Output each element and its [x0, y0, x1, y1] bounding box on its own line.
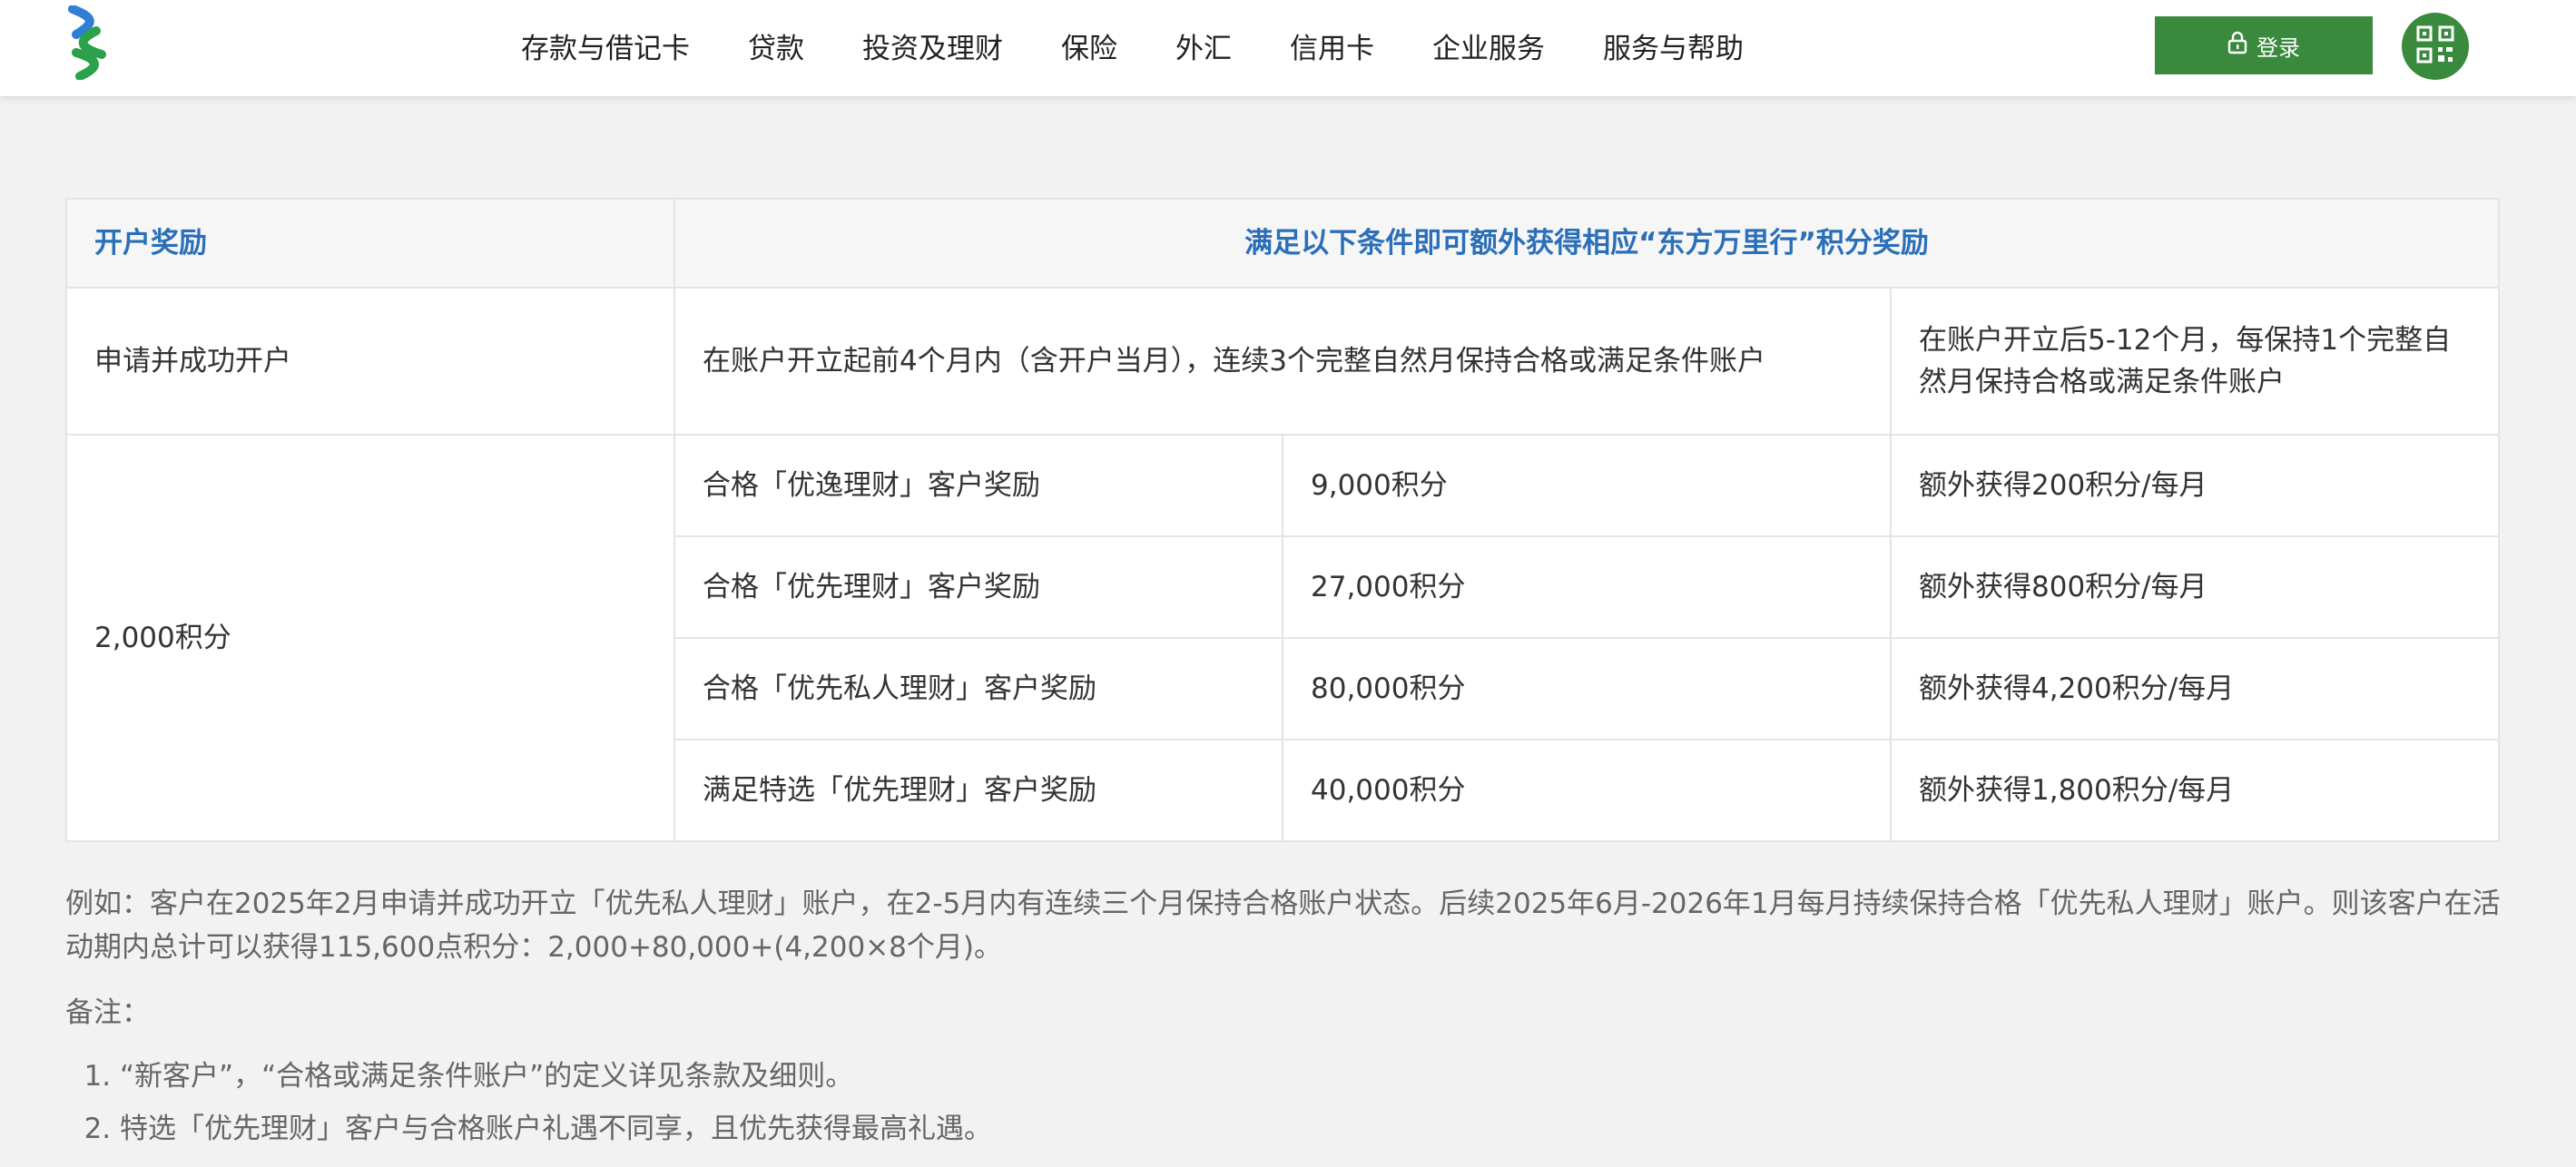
tier-monthly: 额外获得1,800积分/每月	[1889, 739, 2501, 842]
qr-code-button[interactable]	[2402, 13, 2469, 80]
rewards-table-container: 开户奖励 满足以下条件即可额外获得相应“东方万里行”积分奖励 申请并成功开户 在…	[65, 198, 2501, 842]
tier-points: 9,000积分	[1282, 434, 1892, 537]
list-item: 特选「优先理财」客户与合格账户礼遇不同享，且优先获得最高礼遇。	[120, 1107, 2516, 1151]
nav-insurance[interactable]: 保险	[1061, 25, 1117, 66]
remark-title: 备注：	[65, 996, 150, 1029]
main-nav: 存款与借记卡 贷款 投资及理财 保险 外汇 信用卡 企业服务 服务与帮助	[521, 0, 1744, 91]
list-item: “新客户”，“合格或满足条件账户”的定义详见条款及细则。	[120, 1054, 2516, 1098]
qr-code-icon	[2416, 25, 2454, 67]
conditions-row: 申请并成功开户 在账户开立起前4个月内（含开户当月），连续3个完整自然月保持合格…	[65, 287, 2501, 436]
condition-open-account: 申请并成功开户	[65, 287, 675, 436]
nav-business[interactable]: 企业服务	[1432, 25, 1545, 66]
lock-icon	[2227, 31, 2247, 60]
tier-points: 27,000积分	[1282, 535, 1892, 639]
condition-months-5-12: 在账户开立后5-12个月，每保持1个完整自然月保持合格或满足条件账户	[1889, 287, 2501, 436]
table-header-row: 开户奖励 满足以下条件即可额外获得相应“东方万里行”积分奖励	[65, 198, 2501, 289]
rewards-table: 开户奖励 满足以下条件即可额外获得相应“东方万里行”积分奖励 申请并成功开户 在…	[65, 198, 2501, 842]
login-button[interactable]: 登录	[2155, 16, 2373, 74]
login-label: 登录	[2256, 34, 2300, 61]
base-reward-points: 2,000积分	[65, 434, 675, 842]
tier-monthly: 额外获得4,200积分/每月	[1889, 637, 2501, 740]
tier-points: 80,000积分	[1282, 637, 1892, 740]
nav-investment[interactable]: 投资及理财	[862, 25, 1003, 66]
header-extra-reward-conditions: 满足以下条件即可额外获得相应“东方万里行”积分奖励	[673, 198, 2501, 289]
nav-help[interactable]: 服务与帮助	[1603, 25, 1744, 66]
tier-name: 合格「优逸理财」客户奖励	[673, 434, 1283, 537]
tier-name: 合格「优先理财」客户奖励	[673, 535, 1283, 639]
tier-name: 满足特选「优先理财」客户奖励	[673, 739, 1283, 842]
nav-credit-card[interactable]: 信用卡	[1290, 25, 1374, 66]
nav-forex[interactable]: 外汇	[1175, 25, 1232, 66]
remark-list: “新客户”，“合格或满足条件账户”的定义详见条款及细则。 特选「优先理财」客户与…	[65, 1054, 2516, 1151]
notes-section: 例如：客户在2025年2月申请并成功开立「优先私人理财」账户，在2-5月内有连续…	[65, 882, 2516, 1160]
table-row: 2,000积分 合格「优逸理财」客户奖励 9,000积分 额外获得200积分/每…	[65, 434, 2501, 842]
example-text: 例如：客户在2025年2月申请并成功开立「优先私人理财」账户，在2-5月内有连续…	[65, 888, 2501, 964]
tier-name: 合格「优先私人理财」客户奖励	[673, 637, 1283, 740]
site-header: 存款与借记卡 贷款 投资及理财 保险 外汇 信用卡 企业服务 服务与帮助 登录	[0, 0, 2576, 96]
condition-first-4-months: 在账户开立起前4个月内（含开户当月），连续3个完整自然月保持合格或满足条件账户	[673, 287, 1892, 436]
bank-logo[interactable]	[64, 5, 114, 81]
tier-monthly: 额外获得800积分/每月	[1889, 535, 2501, 639]
tier-points: 40,000积分	[1282, 739, 1892, 842]
nav-loans[interactable]: 贷款	[748, 25, 804, 66]
tier-monthly: 额外获得200积分/每月	[1889, 434, 2501, 537]
nav-deposits[interactable]: 存款与借记卡	[521, 25, 690, 66]
header-open-account-reward: 开户奖励	[65, 198, 675, 289]
